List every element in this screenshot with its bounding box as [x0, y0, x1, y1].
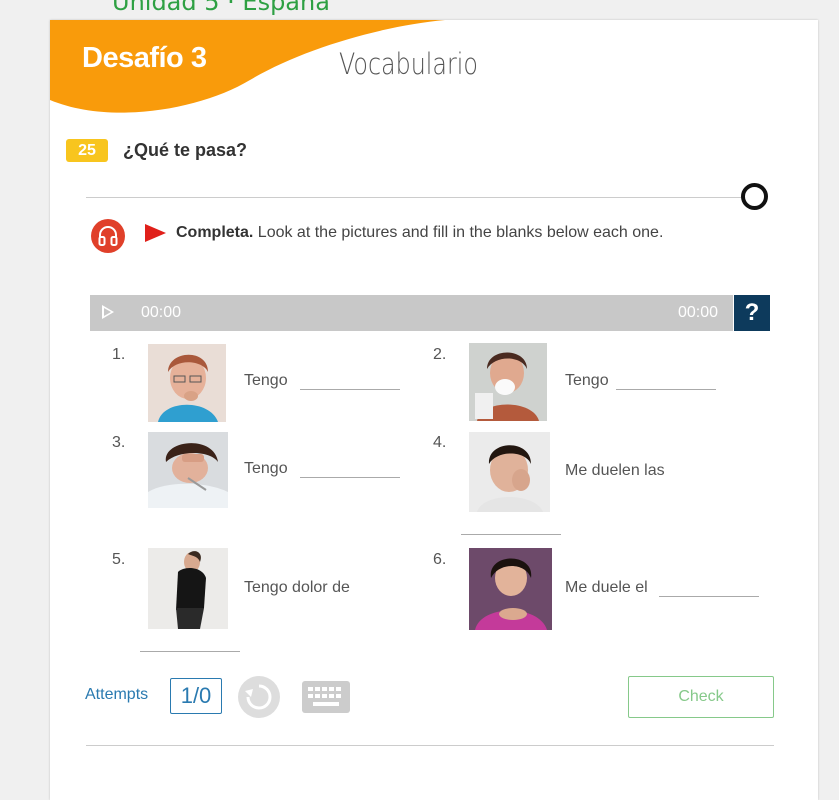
item-number: 3.: [112, 434, 126, 451]
instructions-text: Look at the pictures and fill in the bla…: [253, 224, 664, 241]
answer-blank[interactable]: [300, 389, 400, 390]
item-text: Tengo: [244, 460, 288, 477]
instructions: Completa. Look at the pictures and fill …: [176, 224, 663, 242]
answer-blank[interactable]: [140, 651, 240, 652]
reset-icon[interactable]: [238, 676, 280, 718]
headphones-icon[interactable]: [91, 219, 125, 253]
item-text: Tengo: [565, 372, 609, 389]
answer-blank[interactable]: [616, 389, 716, 390]
item-text: Tengo: [244, 372, 288, 389]
item-text: Me duelen las: [565, 462, 665, 479]
answer-blank[interactable]: [461, 534, 561, 535]
answer-blank[interactable]: [300, 477, 400, 478]
item-number: 5.: [112, 551, 126, 568]
divider: [86, 197, 742, 198]
item-photo-fever: [148, 432, 228, 508]
player-current-time: 00:00: [141, 304, 182, 321]
play-icon[interactable]: [145, 224, 166, 242]
section-title: Vocabulario: [339, 47, 478, 81]
item-number: 1.: [112, 346, 126, 363]
item-number: 4.: [433, 434, 447, 451]
item-photo-sneeze: [469, 343, 547, 421]
keyboard-icon[interactable]: [302, 681, 350, 713]
progress-ring[interactable]: [741, 183, 768, 210]
player-play-icon[interactable]: [102, 305, 114, 319]
item-number: 6.: [433, 551, 447, 568]
attempts-counter: 1/0: [170, 678, 222, 714]
answer-blank[interactable]: [659, 596, 759, 597]
item-text: Me duele el: [565, 579, 648, 596]
item-photo-cough: [148, 344, 226, 422]
challenge-title: Desafío 3: [82, 42, 207, 74]
instructions-bold: Completa.: [176, 224, 254, 241]
help-button[interactable]: ?: [734, 295, 770, 331]
item-photo-toothache: [469, 432, 550, 512]
bottom-divider: [86, 745, 774, 746]
activity-number-badge: 25: [66, 139, 108, 162]
player-total-time: 00:00: [677, 304, 718, 321]
audio-player: 00:00 00:00: [90, 295, 733, 331]
attempts-label: Attempts: [85, 686, 149, 703]
item-number: 2.: [433, 346, 447, 363]
unit-title: Unidad 5 · España: [112, 0, 330, 16]
activity-card: Desafío 3 Vocabulario 25 ¿Qué te pasa? C…: [50, 20, 818, 800]
item-text: Tengo dolor de: [244, 579, 350, 596]
item-photo-stomachache: [469, 548, 552, 630]
item-photo-backache: [148, 548, 228, 629]
check-button[interactable]: Check: [628, 676, 774, 718]
activity-title: ¿Qué te pasa?: [123, 140, 248, 160]
